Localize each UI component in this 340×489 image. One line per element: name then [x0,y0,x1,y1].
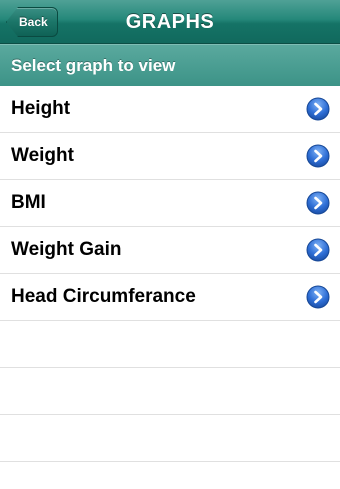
section-header: Select graph to view [0,44,340,86]
graph-list: Height Weight BMI Weight Gain Head Circu… [0,86,340,462]
list-item-label: Weight [11,145,74,166]
navigation-bar: Back GRAPHS [0,0,340,44]
screen: Back GRAPHS Select graph to view Height … [0,0,340,489]
list-item-head-circumference[interactable]: Head Circumferance [0,274,340,321]
list-item-weight[interactable]: Weight [0,133,340,180]
chevron-right-circle-icon[interactable] [306,144,330,168]
empty-row [0,415,340,462]
chevron-right-circle-icon[interactable] [306,191,330,215]
list-item-height[interactable]: Height [0,86,340,133]
chevron-right-circle-icon[interactable] [306,238,330,262]
list-item-weight-gain[interactable]: Weight Gain [0,227,340,274]
empty-row [0,368,340,415]
list-item-bmi[interactable]: BMI [0,180,340,227]
list-item-label: Head Circumferance [11,286,196,307]
empty-row [0,321,340,368]
list-item-label: BMI [11,192,46,213]
chevron-right-circle-icon[interactable] [306,285,330,309]
list-item-label: Height [11,98,71,119]
back-button[interactable]: Back [6,7,58,37]
list-item-label: Weight Gain [11,239,122,260]
chevron-right-circle-icon[interactable] [306,97,330,121]
